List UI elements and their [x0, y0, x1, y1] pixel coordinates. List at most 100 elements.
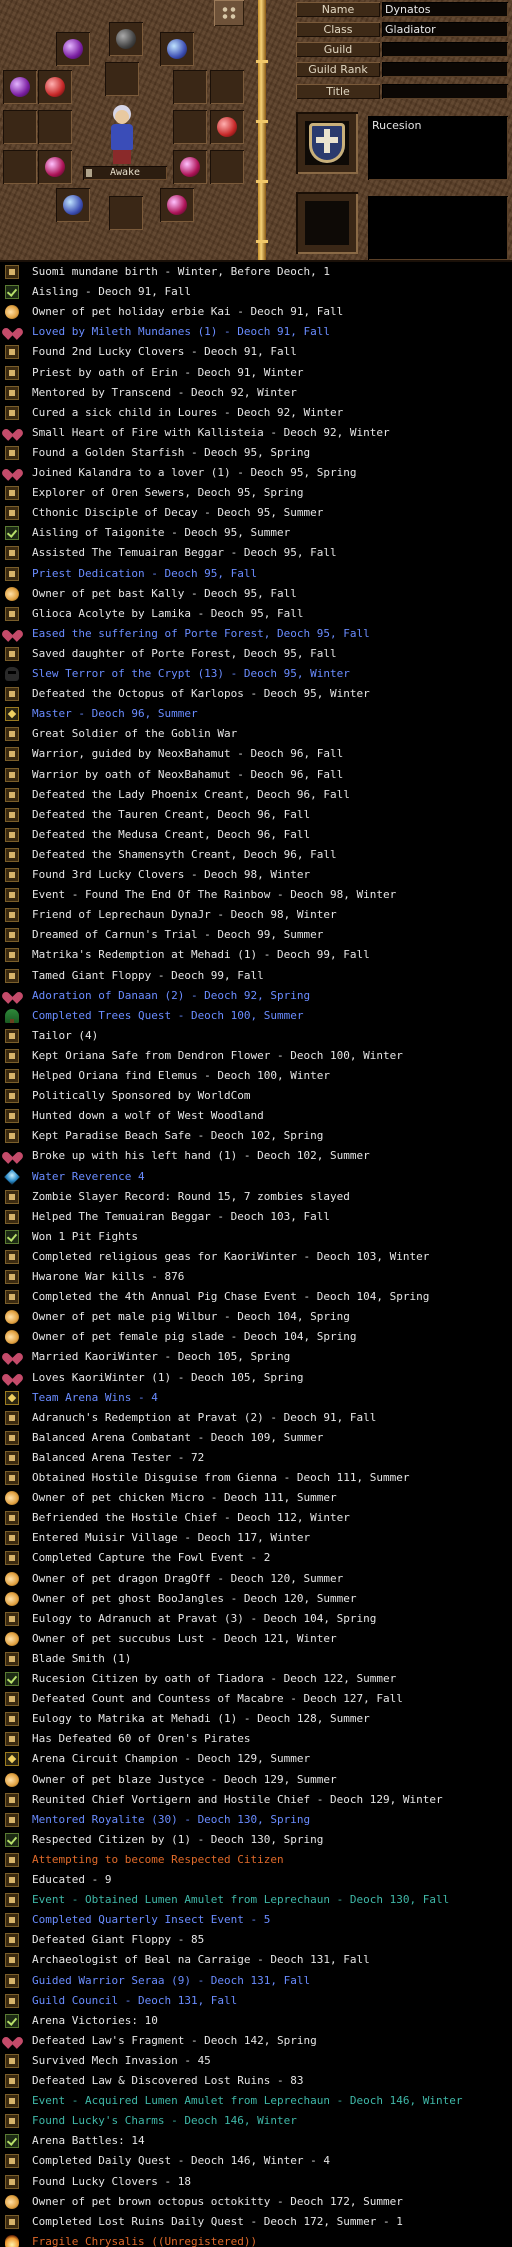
legend-text: Defeated Count and Countess of Macabre -…	[32, 1692, 403, 1706]
legend-row: Found Lucky's Charms - Deoch 146, Winter	[0, 2111, 512, 2131]
legend-text: Won 1 Pit Fights	[32, 1229, 138, 1243]
legend-row: Cthonic Disciple of Decay - Deoch 95, Su…	[0, 503, 512, 523]
legend-row: Hunted down a wolf of West Woodland	[0, 1106, 512, 1126]
fish-icon	[5, 305, 19, 320]
legend-row: Adoration of Danaan (2) - Deoch 92, Spri…	[0, 986, 512, 1006]
legend-text: Hwarone War kills - 876	[32, 1270, 185, 1283]
shield-slot[interactable]	[173, 70, 207, 104]
legend-row: Owner of pet female pig slade - Deoch 10…	[0, 1327, 512, 1347]
mark-icon	[5, 2174, 19, 2189]
legend-text: Hunted down a wolf of West Woodland	[32, 1109, 264, 1123]
legend-row: Defeated Giant Floppy - 85	[0, 1930, 512, 1950]
mark-icon	[5, 888, 19, 903]
legend-text: Owner of pet blaze Justyce - Deoch 129, …	[32, 1772, 337, 1786]
accessory3-slot[interactable]	[56, 188, 90, 222]
heart-icon	[5, 325, 19, 339]
legend-list[interactable]: Suomi mundane birth - Winter, Before Deo…	[0, 262, 512, 2247]
ring-left-slot[interactable]	[38, 110, 72, 144]
legend-row: Helped Oriana find Elemus - Deoch 100, W…	[0, 1066, 512, 1086]
legend-row: Kept Paradise Beach Safe - Deoch 102, Sp…	[0, 1126, 512, 1146]
legend-row: Event - Found The End Of The Rainbow - D…	[0, 885, 512, 905]
mark-icon	[5, 787, 19, 802]
legend-text: Saved daughter of Porte Forest, Deoch 95…	[32, 646, 337, 660]
legend-text: Mentored by Transcend - Deoch 92, Winter	[32, 385, 297, 399]
helmet-item-icon	[63, 39, 83, 59]
accessory5-slot[interactable]	[160, 188, 194, 222]
flame-icon	[5, 2234, 19, 2247]
armor-slot[interactable]	[38, 70, 72, 104]
legend-row: Aisling - Deoch 91, Fall	[0, 282, 512, 302]
necklace-slot[interactable]	[160, 32, 194, 66]
mark-icon	[5, 1270, 19, 1284]
gauntlet-item-icon	[217, 117, 237, 137]
legend-row: Politically Sponsored by WorldCom	[0, 1086, 512, 1106]
legend-text: Balanced Arena Tester - 72	[32, 1450, 205, 1464]
mark-icon	[5, 767, 19, 782]
mark-icon	[5, 1973, 19, 1988]
mark-icon	[5, 1873, 19, 1887]
legend-row: Eulogy to Matrika at Mehadi (1) - Deoch …	[0, 1709, 512, 1729]
legend-row: Arena Battles: 14	[0, 2131, 512, 2151]
gauntlet-left-slot[interactable]	[3, 110, 37, 144]
legend-text: Fragile Chrysalis ((Unregistered))	[32, 2234, 258, 2247]
legend-text: Guild Council - Deoch 131, Fall	[32, 1993, 238, 2007]
legend-row: Mentored by Transcend - Deoch 92, Winter	[0, 383, 512, 403]
legend-text: Matrika's Redemption at Mehadi (1) - Deo…	[32, 948, 370, 962]
mark-icon	[5, 1290, 19, 1305]
nation-crest-icon	[309, 123, 345, 163]
ring-right-slot[interactable]	[173, 110, 207, 144]
earring-slot[interactable]	[109, 22, 143, 56]
accessory4-slot[interactable]	[109, 196, 143, 230]
legend-row: Slew Terror of the Crypt (13) - Deoch 95…	[0, 664, 512, 684]
legend-text: Master - Deoch 96, Summer	[32, 707, 198, 721]
mark-icon	[5, 265, 19, 279]
legend-text: Arena Battles: 14	[32, 2134, 145, 2148]
mark-icon	[5, 385, 19, 400]
mark-icon	[5, 2114, 19, 2129]
mark-icon	[5, 1913, 19, 1928]
legend-row: Warrior by oath of NeoxBahamut - Deoch 9…	[0, 765, 512, 785]
legend-row: Defeated the Tauren Creant, Deoch 96, Fa…	[0, 805, 512, 825]
legend-text: Entered Muisir Village - Deoch 117, Wint…	[32, 1531, 311, 1545]
mark-icon	[5, 1069, 19, 1083]
legend-text: Befriended the Hostile Chief - Deoch 112…	[32, 1511, 350, 1525]
boots-slot[interactable]	[173, 150, 207, 184]
mark-icon	[5, 1450, 19, 1465]
check-icon	[5, 1832, 19, 1847]
legend-row: Befriended the Hostile Chief - Deoch 112…	[0, 1508, 512, 1528]
legend-text: Adranuch's Redemption at Pravat (2) - De…	[32, 1410, 377, 1424]
gauntlet-right-slot[interactable]	[210, 110, 244, 144]
tree-icon	[5, 1008, 19, 1023]
accessory2-slot[interactable]	[210, 150, 244, 184]
mark-icon	[5, 968, 19, 983]
panel-toggle-button[interactable]	[214, 0, 244, 26]
accessory-slot[interactable]	[210, 70, 244, 104]
fish-icon	[5, 1631, 19, 1646]
legend-row: Won 1 Pit Fights	[0, 1227, 512, 1247]
legend-row: Attempting to become Respected Citizen	[0, 1850, 512, 1870]
legend-row: Found a Golden Starfish - Deoch 95, Spri…	[0, 443, 512, 463]
legend-row: Defeated Law & Discovered Lost Ruins - 8…	[0, 2071, 512, 2091]
legend-text: Educated - 9	[32, 1873, 112, 1886]
overcoat-slot[interactable]	[105, 62, 139, 96]
helmet-slot[interactable]	[56, 32, 90, 66]
accessory3-item-icon	[63, 195, 83, 215]
mark-icon	[5, 1471, 19, 1485]
legend-text: Arena Victories: 10	[32, 2013, 158, 2027]
legend-text: Helped The Temuairan Beggar - Deoch 103,…	[32, 1209, 331, 1223]
title-value[interactable]	[382, 84, 508, 99]
legend-row: Eased the suffering of Porte Forest, Deo…	[0, 624, 512, 644]
mark-icon	[5, 1089, 19, 1104]
legend-text: Joined Kalandra to a lover (1) - Deoch 9…	[32, 466, 357, 479]
greaves-slot[interactable]	[38, 150, 72, 184]
weapon-slot[interactable]	[3, 70, 37, 104]
belt-slot[interactable]	[3, 150, 37, 184]
equipment-panel: Awake Name Dynatos Class Gladiator Guild…	[0, 0, 512, 260]
heart-icon	[5, 989, 19, 1003]
legend-row: Survived Mech Invasion - 45	[0, 2051, 512, 2071]
legend-window: Awake Name Dynatos Class Gladiator Guild…	[0, 0, 512, 2247]
legend-text: Eulogy to Adranuch at Pravat (3) - Deoch…	[32, 1611, 377, 1625]
guild-value	[382, 42, 508, 57]
mark-icon	[5, 1792, 19, 1807]
legend-row: Adranuch's Redemption at Pravat (2) - De…	[0, 1408, 512, 1428]
